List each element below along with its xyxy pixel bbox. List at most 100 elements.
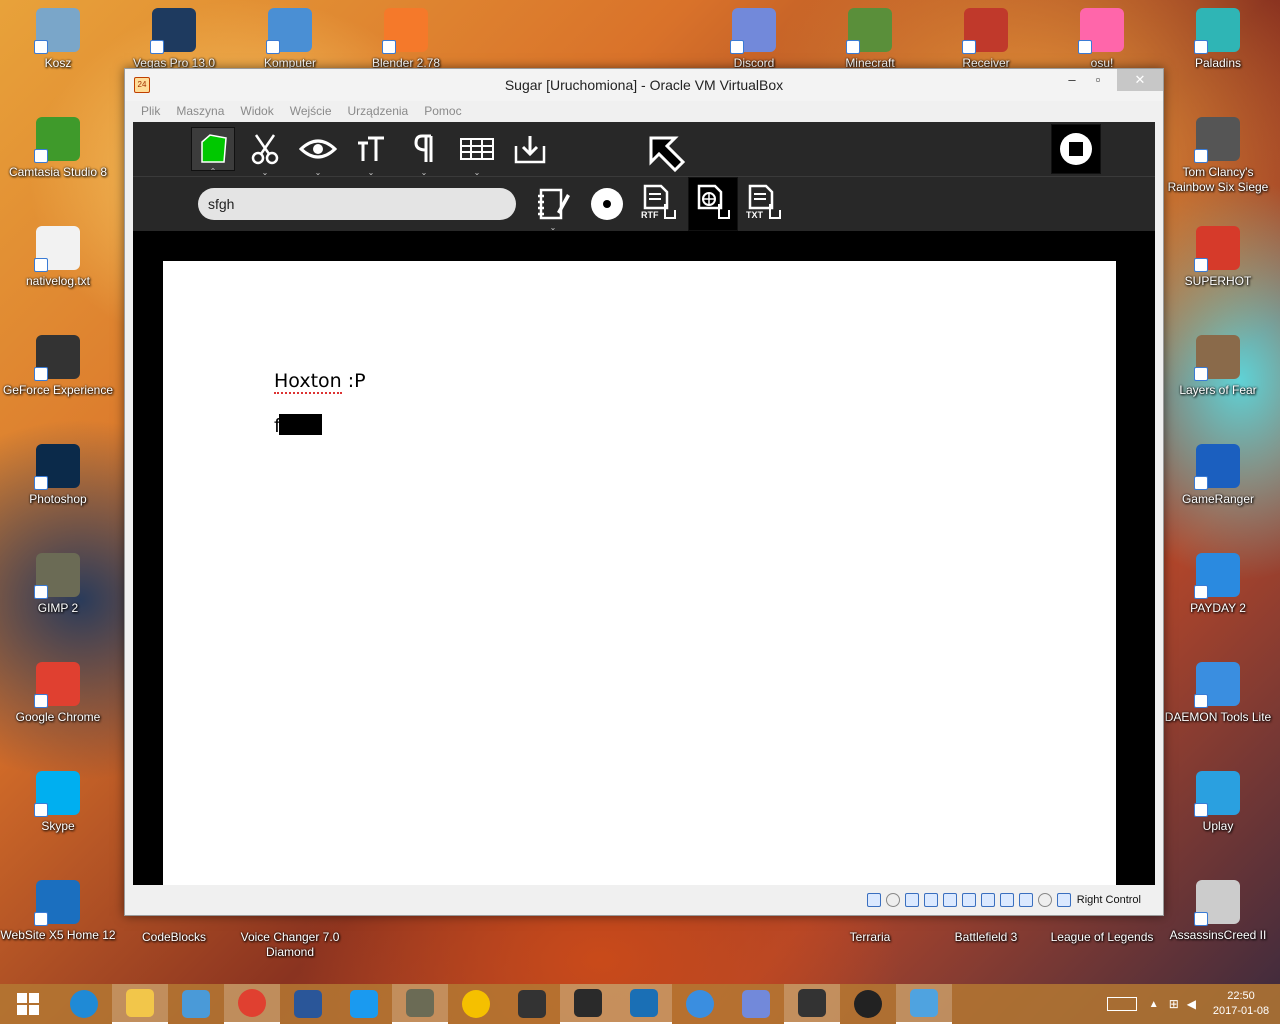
edit-icon[interactable]: ⌄ <box>243 127 287 177</box>
desktop-icon-lol[interactable]: League of Legends <box>1044 930 1160 945</box>
desktop-icon-websitex5[interactable]: WebSite X5 Home 12 <box>0 880 116 943</box>
mouse-integration-icon[interactable] <box>1037 893 1052 907</box>
text-icon[interactable]: ⌄ <box>349 127 393 177</box>
taskbar-gimp-icon[interactable] <box>392 984 448 1024</box>
desktop-icon-uplay[interactable]: Uplay <box>1160 771 1276 834</box>
desktop-icon-gameranger[interactable]: GameRanger <box>1160 444 1276 507</box>
show-hidden-icons-icon[interactable]: ▲ <box>1149 999 1159 1010</box>
desktop-icon-battlefield[interactable]: Battlefield 3 <box>928 930 1044 945</box>
guest-screen[interactable]: ⌃ ⌄ ⌄ ⌄ ⌄ ⌄ sfgh ⌄ RTF TXT Hoxton:P f <box>133 122 1155 887</box>
computer-icon <box>266 8 312 54</box>
video-capture-icon[interactable] <box>999 893 1014 907</box>
document-line-1[interactable]: Hoxton :P <box>274 370 366 394</box>
stop-icon[interactable] <box>1051 124 1101 174</box>
taskbar-checklist-icon[interactable] <box>336 984 392 1024</box>
taskbar-discord-icon[interactable] <box>728 984 784 1024</box>
desktop-icon-payday2[interactable]: PAYDAY 2 <box>1160 553 1276 616</box>
desktop-icon-terraria[interactable]: Terraria <box>812 930 928 945</box>
sugar-sub-toolbar: ⌄ RTF TXT <box>133 176 1155 232</box>
record-icon[interactable] <box>585 182 629 226</box>
document-line-2[interactable]: f <box>274 414 322 437</box>
taskbar-virtualbox-icon[interactable] <box>616 984 672 1024</box>
desktop-icon-receiver[interactable]: Receiver <box>928 8 1044 71</box>
taskbar-explorer-icon[interactable] <box>112 984 168 1024</box>
harddisk-icon[interactable] <box>866 893 881 907</box>
shared-folders-icon[interactable] <box>961 893 976 907</box>
discord-icon <box>730 8 776 54</box>
document-page[interactable]: Hoxton :P f <box>163 261 1116 887</box>
menu-urzadzenia[interactable]: Urządzenia <box>348 104 409 118</box>
view-icon[interactable]: ⌄ <box>296 127 340 177</box>
taskbar-control-panel-icon[interactable] <box>896 984 952 1024</box>
desktop-icon-recycle-bin[interactable]: Kosz <box>0 8 116 71</box>
clock[interactable]: 22:50 2017-01-08 <box>1202 989 1280 1019</box>
taskbar-obs-icon[interactable] <box>560 984 616 1024</box>
virtualbox-window: 24 Sugar [Uruchomiona] - Oracle VM Virtu… <box>124 68 1164 916</box>
taskbar-word-icon[interactable] <box>280 984 336 1024</box>
cpu-icon[interactable] <box>1018 893 1033 907</box>
menu-pomoc[interactable]: Pomoc <box>424 104 461 118</box>
taskbar-daemon-icon[interactable] <box>672 984 728 1024</box>
desktop-icon-layers-of-fear[interactable]: Layers of Fear <box>1160 335 1276 398</box>
desktop-icon-daemon-tools[interactable]: DAEMON Tools Lite <box>1160 662 1276 725</box>
network-tray-icon[interactable]: ⊞ <box>1169 997 1179 1011</box>
menu-widok[interactable]: Widok <box>240 104 273 118</box>
pointer-icon <box>645 132 689 176</box>
minecraft-icon <box>846 8 892 54</box>
desktop-icon-gimp[interactable]: GIMP 2 <box>0 553 116 616</box>
usb-icon[interactable] <box>942 893 957 907</box>
desktop-icon-superhot[interactable]: SUPERHOT <box>1160 226 1276 289</box>
desktop-icon-codeblocks[interactable]: CodeBlocks <box>116 930 232 945</box>
close-button[interactable]: ✕ <box>1117 69 1163 91</box>
keyboard-icon[interactable] <box>1106 997 1137 1011</box>
title-bar[interactable]: 24 Sugar [Uruchomiona] - Oracle VM Virtu… <box>125 69 1163 101</box>
desktop-icon-computer[interactable]: Komputer <box>232 8 348 71</box>
desktop-icon-vegas[interactable]: Vegas Pro 13.0 <box>116 8 232 71</box>
volume-icon[interactable]: ◀ <box>1187 997 1196 1011</box>
network-icon[interactable] <box>923 893 938 907</box>
maximize-button[interactable]: ▫ <box>1083 69 1113 91</box>
export-rtf-icon[interactable]: RTF <box>637 182 681 226</box>
desktop-icon-photoshop[interactable]: Photoshop <box>0 444 116 507</box>
desktop-icon-camtasia[interactable]: Camtasia Studio 8 <box>0 117 116 180</box>
audio-icon[interactable] <box>904 893 919 907</box>
desktop-icon-text-file[interactable]: nativelog.txt <box>0 226 116 289</box>
export-html-icon[interactable] <box>688 177 738 231</box>
desktop-icon-skype[interactable]: Skype <box>0 771 116 834</box>
keyboard-capture-icon[interactable] <box>1056 893 1071 907</box>
table-icon[interactable]: ⌄ <box>455 127 499 177</box>
desktop-icon-assassins-creed[interactable]: AssassinsCreed II <box>1160 880 1276 943</box>
desktop-icon-paladins[interactable]: Paladins <box>1160 8 1276 71</box>
desktop-icon-label: Camtasia Studio 8 <box>8 165 108 179</box>
taskbar-inkscape-icon[interactable] <box>504 984 560 1024</box>
export-txt-icon[interactable]: TXT <box>742 182 786 226</box>
display-icon[interactable] <box>980 893 995 907</box>
menu-wejscie[interactable]: Wejście <box>290 104 332 118</box>
taskbar-chrome-icon[interactable] <box>224 984 280 1024</box>
gimp-icon <box>34 553 80 599</box>
desktop-icon-voice-changer[interactable]: Voice Changer 7.0 Diamond <box>232 930 348 960</box>
desktop-icon-osu[interactable]: osu! <box>1044 8 1160 71</box>
activity-icon[interactable]: ⌃ <box>191 127 235 176</box>
desktop-icon-rainbow-six[interactable]: Tom Clancy's Rainbow Six Siege <box>1160 117 1276 195</box>
start-button[interactable] <box>0 984 56 1024</box>
taskbar-obs-studio-icon[interactable] <box>840 984 896 1024</box>
desktop-icon-label: Kosz <box>44 56 72 70</box>
paragraph-icon[interactable]: ⌄ <box>402 127 446 177</box>
optical-drive-icon[interactable] <box>885 893 900 907</box>
desktop-icon-geforce[interactable]: GeForce Experience <box>0 335 116 398</box>
desktop-icon-discord[interactable]: Discord <box>696 8 812 71</box>
menu-plik[interactable]: Plik <box>141 104 160 118</box>
desktop-icon-chrome[interactable]: Google Chrome <box>0 662 116 725</box>
taskbar-geforce-icon[interactable] <box>784 984 840 1024</box>
taskbar-files-icon[interactable] <box>168 984 224 1024</box>
desktop-icon-minecraft[interactable]: Minecraft <box>812 8 928 71</box>
taskbar-ie-icon[interactable] <box>56 984 112 1024</box>
search-input[interactable] <box>198 188 516 220</box>
photoshop-icon <box>34 444 80 490</box>
notebook-icon[interactable]: ⌄ <box>531 182 575 232</box>
desktop-icon-blender[interactable]: Blender 2.78 <box>348 8 464 71</box>
insert-image-icon[interactable] <box>508 127 552 171</box>
taskbar-sun-icon[interactable] <box>448 984 504 1024</box>
menu-maszyna[interactable]: Maszyna <box>176 104 224 118</box>
